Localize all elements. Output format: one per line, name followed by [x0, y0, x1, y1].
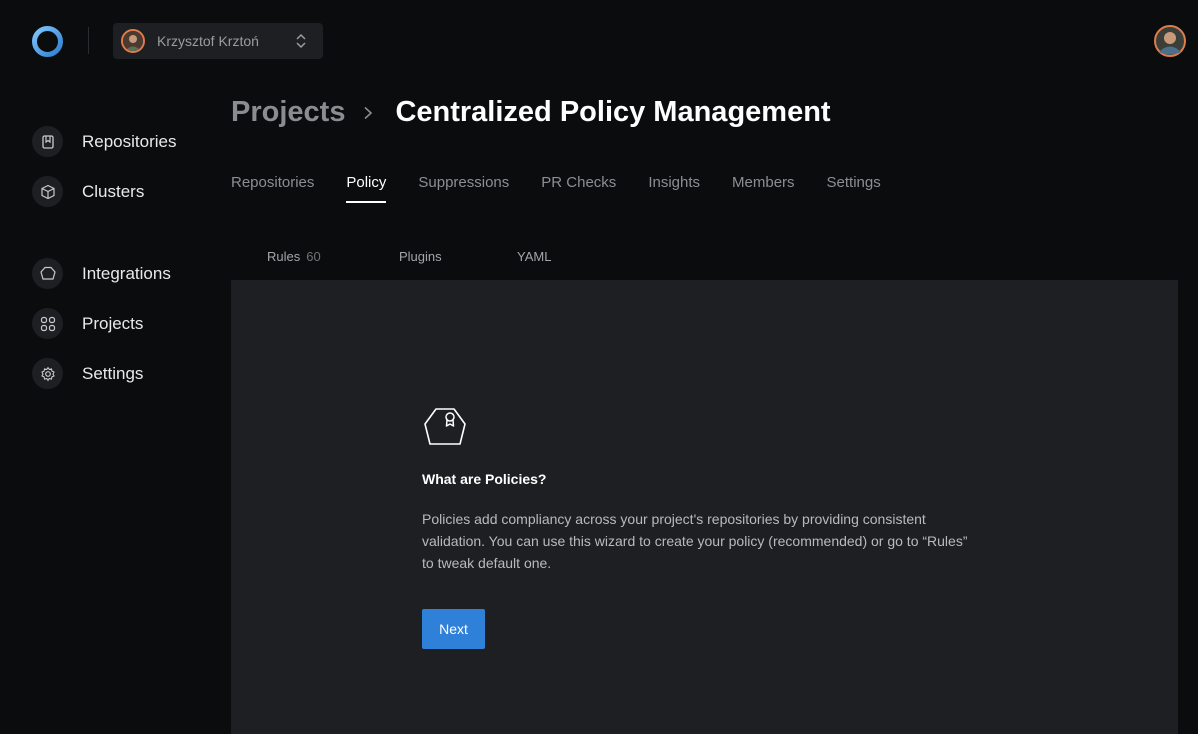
sidebar-item-label: Settings [82, 363, 144, 383]
sidebar-item-integrations[interactable]: Integrations [32, 258, 171, 289]
page-title: Centralized Policy Management [395, 96, 831, 128]
subtab-plugins[interactable]: Plugins [399, 249, 442, 264]
tab-suppressions[interactable]: Suppressions [418, 174, 509, 203]
top-divider [88, 27, 89, 54]
logo-icon[interactable] [31, 25, 64, 58]
tab-policy[interactable]: Policy [346, 174, 387, 203]
project-tabs: Repositories Policy Suppressions PR Chec… [231, 174, 913, 203]
grid-icon [32, 308, 63, 339]
chevron-up-down-icon [296, 33, 306, 49]
rules-count-badge: 60 [306, 249, 321, 264]
policy-badge-icon [424, 408, 466, 445]
sidebar-item-projects[interactable]: Projects [32, 308, 143, 339]
empty-state-description: Policies add compliancy across your proj… [422, 511, 968, 571]
sidebar-item-label: Clusters [82, 181, 145, 201]
subtab-yaml[interactable]: YAML [517, 249, 551, 264]
tab-members[interactable]: Members [732, 174, 795, 203]
sidebar-item-label: Repositories [82, 131, 177, 151]
sidebar-item-label: Projects [82, 313, 144, 333]
gear-icon [32, 358, 63, 389]
next-button[interactable]: Next [422, 609, 485, 649]
sidebar-item-repositories[interactable]: Repositories [32, 126, 177, 157]
tab-insights[interactable]: Insights [648, 174, 700, 203]
user-avatar[interactable] [1154, 25, 1186, 57]
sidebar-item-clusters[interactable]: Clusters [32, 176, 144, 207]
hexagon-icon [32, 258, 63, 289]
sidebar-item-label: Integrations [82, 263, 171, 283]
tab-settings[interactable]: Settings [827, 174, 881, 203]
policy-panel: What are Policies? Policies add complian… [231, 280, 1178, 734]
chevron-right-icon [364, 106, 373, 119]
tab-pr-checks[interactable]: PR Checks [541, 174, 616, 203]
account-name: Krzysztof Krztoń [157, 33, 259, 49]
cube-icon [32, 176, 63, 207]
subtab-rules-label: Rules [267, 249, 301, 264]
bookmark-icon [32, 126, 63, 157]
account-switcher[interactable]: Krzysztof Krztoń [113, 23, 323, 59]
empty-state-title: What are Policies? [422, 471, 547, 487]
sidebar-item-settings[interactable]: Settings [32, 358, 143, 389]
breadcrumb: Projects Centralized Policy Management [231, 96, 831, 129]
app-root: Krzysztof Krztoń Repositories Clusters I… [0, 0, 1198, 734]
avatar [121, 29, 145, 53]
subtab-rules[interactable]: Rules 60 [267, 249, 321, 264]
tab-repositories[interactable]: Repositories [231, 174, 314, 203]
breadcrumb-projects-link[interactable]: Projects [231, 96, 345, 129]
